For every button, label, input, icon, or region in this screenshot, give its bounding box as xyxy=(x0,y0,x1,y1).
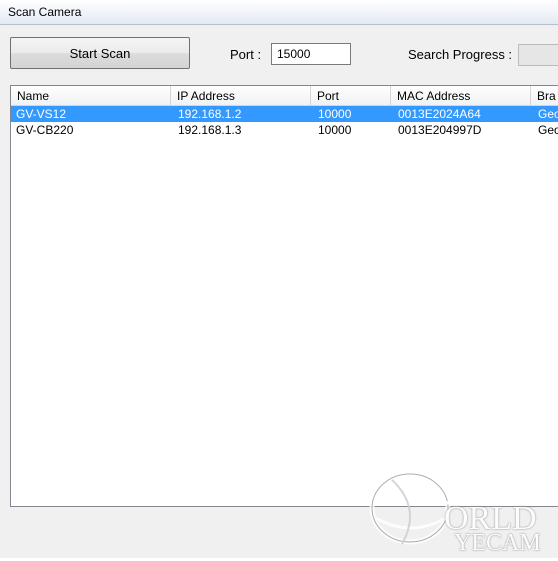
column-header-name[interactable]: Name xyxy=(11,86,171,106)
cell-ip-address: 192.168.1.2 xyxy=(178,107,242,121)
cell-port: 10000 xyxy=(318,123,352,137)
column-header-ip-address[interactable]: IP Address xyxy=(171,86,311,106)
cell-brand: Geo xyxy=(538,123,558,137)
search-progress-bar xyxy=(518,44,558,66)
cell-brand: Geo xyxy=(538,107,558,121)
cell-ip-address: 192.168.1.3 xyxy=(178,123,242,137)
watermark-text-line2: YECAM xyxy=(454,530,541,556)
search-progress-label: Search Progress : xyxy=(408,47,513,62)
list-header: Name IP Address Port MAC Address Bra xyxy=(11,86,558,106)
title-bar: Scan Camera xyxy=(0,0,558,25)
column-header-port[interactable]: Port xyxy=(311,86,391,106)
column-header-brand[interactable]: Bra xyxy=(531,86,558,106)
start-scan-button[interactable]: Start Scan xyxy=(10,37,190,69)
port-label: Port : xyxy=(230,47,262,62)
cell-name: GV-CB220 xyxy=(16,123,74,137)
column-header-mac-address[interactable]: MAC Address xyxy=(391,86,531,106)
list-item[interactable]: GV-VS12 192.168.1.2 10000 0013E2024A64 G… xyxy=(11,106,558,122)
cell-mac-address: 0013E2024A64 xyxy=(398,107,481,121)
cell-port: 10000 xyxy=(318,107,352,121)
cell-name: GV-VS12 xyxy=(16,107,67,121)
cell-mac-address: 0013E204997D xyxy=(398,123,482,137)
window-title: Scan Camera xyxy=(8,5,82,19)
list-item[interactable]: GV-CB220 192.168.1.3 10000 0013E204997D … xyxy=(11,122,558,138)
camera-list[interactable]: Name IP Address Port MAC Address Bra GV-… xyxy=(10,85,558,507)
worldeyecam-watermark: ORLD YECAM xyxy=(362,460,558,558)
port-input[interactable] xyxy=(271,43,351,65)
